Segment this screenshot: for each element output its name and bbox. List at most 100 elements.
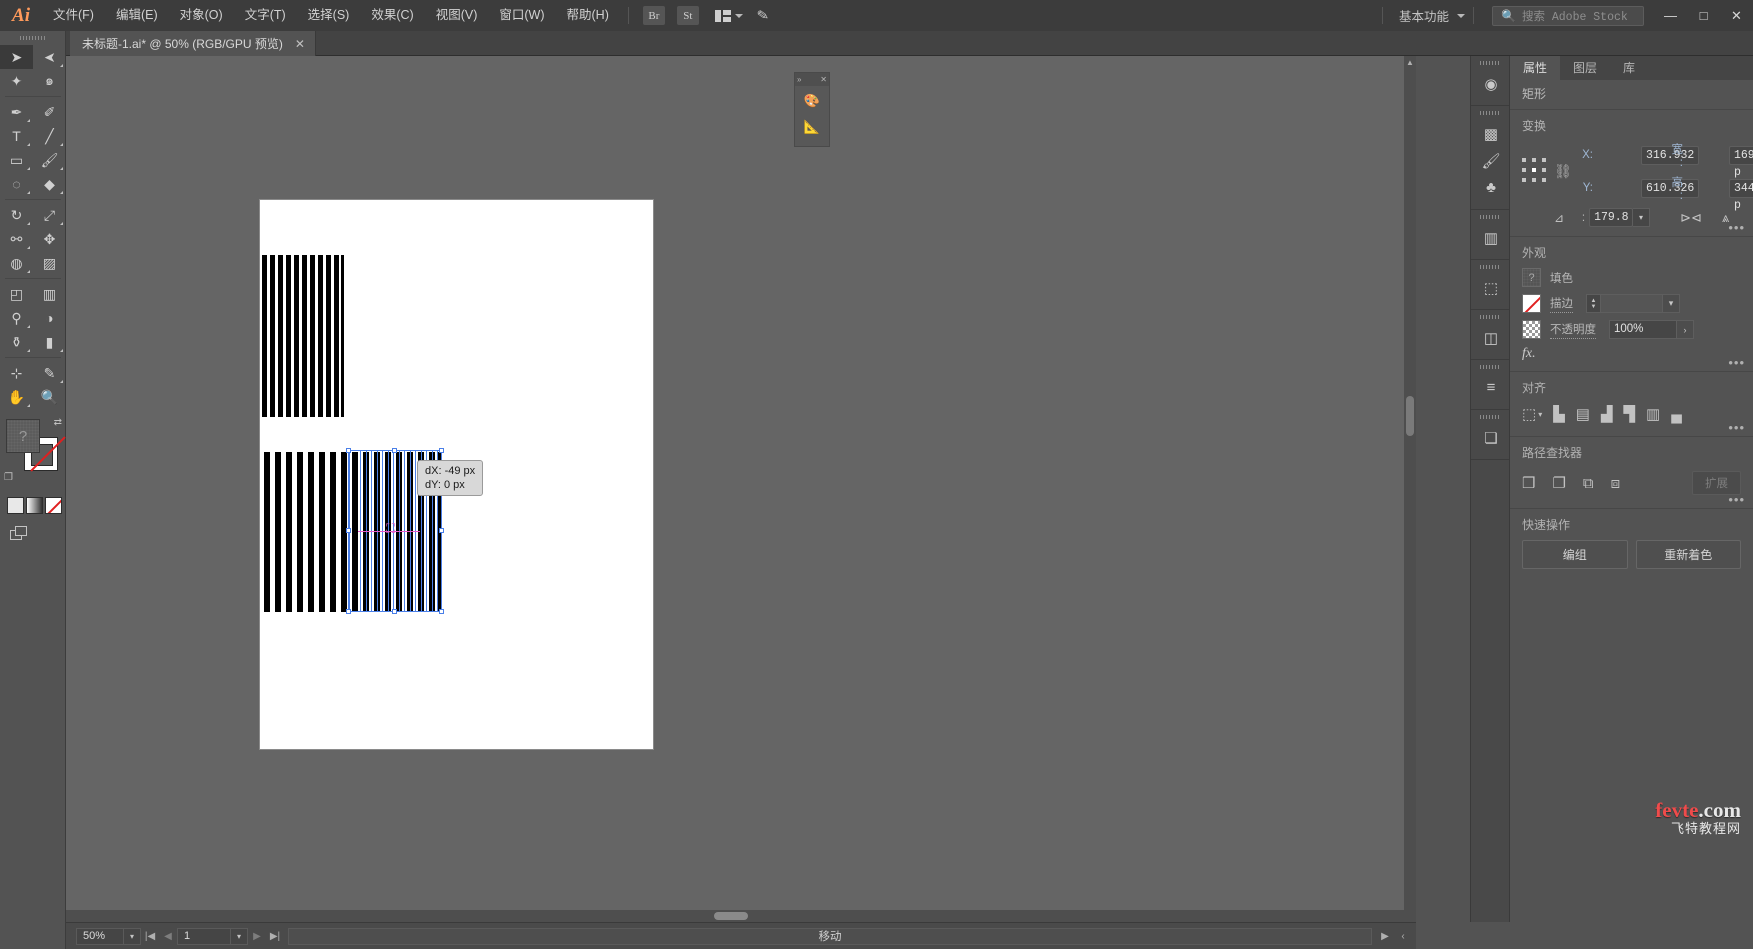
align-horizontal-center-icon[interactable]: ▤ bbox=[1576, 405, 1590, 423]
intersect-icon[interactable]: ⧉ bbox=[1583, 475, 1594, 492]
swap-fill-stroke-icon[interactable]: ⇄ bbox=[54, 417, 62, 428]
scroll-up-arrow[interactable]: ▲ bbox=[1404, 56, 1416, 69]
pen-tool[interactable]: ✒ bbox=[0, 100, 33, 124]
flip-horizontal-icon[interactable]: ⊳⊲ bbox=[1680, 210, 1702, 226]
unite-icon[interactable]: ❒ bbox=[1522, 474, 1535, 492]
canvas-area[interactable]: » ✕ 🎨 📐 ⛶ dX: -49 px dY: 0 px ▲ bbox=[66, 56, 1416, 922]
shaper-tool[interactable]: ◌ bbox=[0, 172, 33, 196]
align-right-icon[interactable]: ▟ bbox=[1601, 405, 1613, 423]
rail-grip-6[interactable] bbox=[1480, 365, 1500, 369]
first-artboard-button[interactable]: |◀ bbox=[141, 931, 159, 942]
workspace-switcher[interactable]: 基本功能 bbox=[1391, 6, 1457, 25]
width-tool[interactable]: ⚯ bbox=[0, 227, 33, 251]
handle-middle-left[interactable] bbox=[346, 528, 351, 533]
search-input[interactable]: 🔍 搜索 Adobe Stock bbox=[1492, 5, 1644, 26]
status-play-icon[interactable]: ▶ bbox=[1376, 931, 1394, 942]
fill-color-swatch[interactable]: ? bbox=[1522, 268, 1541, 287]
zoom-tool[interactable]: 🔍 bbox=[33, 385, 66, 409]
curvature-tool[interactable]: ✐ bbox=[33, 100, 66, 124]
last-artboard-button[interactable]: ▶| bbox=[266, 931, 284, 942]
previous-artboard-button[interactable]: ◀ bbox=[159, 931, 177, 942]
color-mode-solid[interactable] bbox=[7, 497, 24, 514]
color-mode-none[interactable] bbox=[45, 497, 62, 514]
color-wheel-icon[interactable]: ◉ bbox=[1471, 70, 1511, 97]
next-artboard-button[interactable]: ▶ bbox=[248, 931, 266, 942]
minus-front-icon[interactable]: ❐ bbox=[1552, 474, 1565, 492]
artboard-chevron-down-icon[interactable]: ▾ bbox=[230, 928, 247, 944]
mesh-tool[interactable]: ◰ bbox=[0, 282, 33, 306]
symbols-icon[interactable]: ♣ bbox=[1471, 174, 1511, 201]
align-more-options[interactable]: ••• bbox=[1728, 421, 1745, 434]
handle-middle-right[interactable] bbox=[439, 528, 444, 533]
handle-bottom-middle[interactable] bbox=[392, 609, 397, 614]
stock-button[interactable]: St bbox=[676, 6, 699, 25]
rail-grip[interactable] bbox=[1480, 61, 1500, 65]
document-close-icon[interactable]: ✕ bbox=[295, 37, 305, 51]
gradient-icon[interactable]: ▥ bbox=[1471, 224, 1511, 251]
paintbrush-tool[interactable]: 🖌 bbox=[33, 148, 66, 172]
screen-mode-icon[interactable] bbox=[10, 526, 30, 542]
opacity-options-icon[interactable]: › bbox=[1677, 320, 1694, 339]
opacity-swatch[interactable] bbox=[1522, 320, 1541, 339]
handle-bottom-left[interactable] bbox=[346, 609, 351, 614]
magic-wand-tool[interactable]: ✦ bbox=[0, 69, 33, 93]
align-top-icon[interactable]: ▜ bbox=[1623, 405, 1635, 423]
align-bottom-icon[interactable]: ▄ bbox=[1671, 406, 1682, 423]
rail-grip-2[interactable] bbox=[1480, 111, 1500, 115]
pathfinder-more-options[interactable]: ••• bbox=[1728, 493, 1745, 506]
menu-window[interactable]: 窗口(W) bbox=[488, 0, 555, 31]
handle-bottom-right[interactable] bbox=[439, 609, 444, 614]
pathfinder-icon[interactable]: ❏ bbox=[1471, 424, 1511, 451]
zoom-level-value[interactable]: 50% bbox=[77, 929, 123, 944]
palette-icon[interactable]: 🎨 bbox=[804, 93, 820, 109]
column-graph-tool[interactable]: ▮ bbox=[33, 330, 66, 354]
rotate-tool[interactable]: ↻ bbox=[0, 203, 33, 227]
shape-builder-tool[interactable]: ◍ bbox=[0, 251, 33, 275]
rectangle-tool[interactable]: ▭ bbox=[0, 148, 33, 172]
perspective-grid-tool[interactable]: ▨ bbox=[33, 251, 66, 275]
stroke-color-swatch[interactable] bbox=[1522, 294, 1541, 313]
symbol-sprayer-tool[interactable]: ⚱ bbox=[0, 330, 33, 354]
handle-top-right[interactable] bbox=[439, 448, 444, 453]
canvas-horizontal-scrollbar[interactable] bbox=[66, 910, 1416, 922]
horizontal-scroll-thumb[interactable] bbox=[714, 912, 748, 920]
gradient-tool[interactable]: ▥ bbox=[33, 282, 66, 306]
align-left-icon[interactable]: ▙ bbox=[1553, 405, 1565, 423]
hand-tool[interactable]: ✋ bbox=[0, 385, 33, 409]
menu-help[interactable]: 帮助(H) bbox=[556, 0, 620, 31]
opacity-control[interactable]: 100% › bbox=[1609, 320, 1694, 339]
scale-tool[interactable]: ⤢ bbox=[33, 203, 66, 227]
type-tool[interactable]: T bbox=[0, 124, 33, 148]
menu-edit[interactable]: 编辑(E) bbox=[105, 0, 169, 31]
arrange-documents-button[interactable] bbox=[714, 9, 743, 22]
top-stripe-artwork[interactable] bbox=[262, 255, 344, 417]
eraser-tool[interactable]: ◆ bbox=[33, 172, 66, 196]
close-button[interactable]: ✕ bbox=[1720, 0, 1753, 31]
height-field[interactable]: 344.37 p bbox=[1729, 178, 1753, 212]
stroke-icon[interactable]: ≡ bbox=[1471, 374, 1511, 401]
angle-control[interactable]: 179.8 ▾ bbox=[1589, 208, 1651, 227]
handle-top-middle[interactable] bbox=[392, 448, 397, 453]
opacity-label[interactable]: 不透明度 bbox=[1550, 321, 1596, 339]
vertical-scroll-thumb[interactable] bbox=[1406, 396, 1414, 436]
floating-mini-panel[interactable]: » ✕ 🎨 📐 bbox=[794, 72, 830, 147]
tab-properties[interactable]: 属性 bbox=[1510, 56, 1561, 80]
link-broken-icon[interactable]: ⛓ bbox=[1554, 163, 1572, 180]
rail-grip-7[interactable] bbox=[1480, 415, 1500, 419]
workspace-chevron-down-icon[interactable] bbox=[1457, 13, 1465, 18]
fx-button[interactable]: fx. bbox=[1522, 346, 1741, 362]
handle-top-left[interactable] bbox=[346, 448, 351, 453]
reference-point-selector[interactable] bbox=[1522, 157, 1550, 186]
rail-grip-4[interactable] bbox=[1480, 265, 1500, 269]
width-field[interactable]: 169.33 p bbox=[1729, 145, 1753, 179]
tab-libraries[interactable]: 库 bbox=[1610, 56, 1648, 80]
rail-grip-3[interactable] bbox=[1480, 215, 1500, 219]
opacity-field[interactable]: 100% bbox=[1609, 320, 1677, 339]
status-options-icon[interactable]: ‹ bbox=[1394, 931, 1412, 942]
blend-tool[interactable]: ◑ bbox=[33, 306, 66, 330]
transparency-icon[interactable]: ◫ bbox=[1471, 324, 1511, 351]
angle-chevron-down-icon[interactable]: ▾ bbox=[1633, 208, 1651, 227]
canvas-vertical-scrollbar[interactable]: ▲ ▼ bbox=[1404, 56, 1416, 922]
minimize-button[interactable]: — bbox=[1654, 0, 1687, 31]
brushes-icon[interactable]: 🖌 bbox=[1471, 147, 1511, 174]
